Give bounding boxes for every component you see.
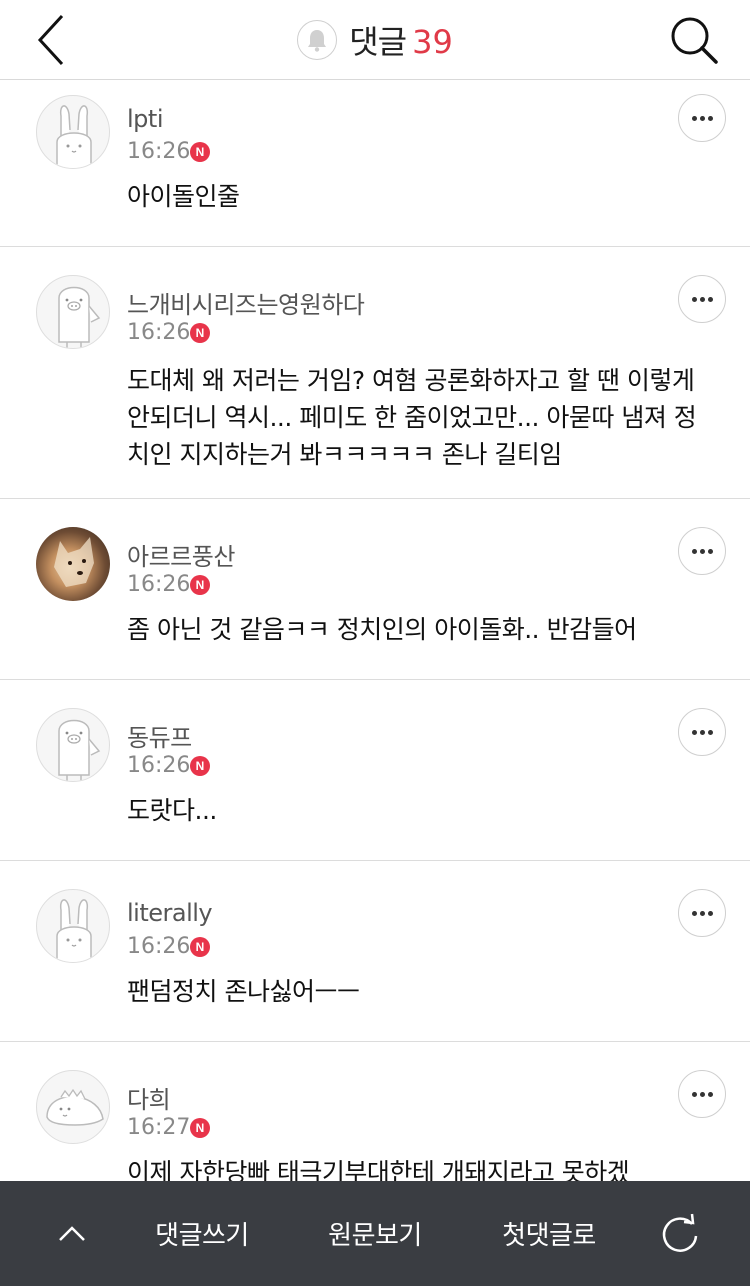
- comment-list[interactable]: lpti 16:26 N 아이돌인줄 느개비시리즈는영원하다 16:26 N 도…: [0, 81, 750, 1181]
- new-badge-icon: N: [190, 142, 210, 162]
- more-dots-icon[interactable]: [678, 1070, 726, 1118]
- comment-time: 16:27: [127, 1115, 191, 1140]
- comment-item: 다희 16:27 N 이제 자한당빠 태극기부대한테 개돼지라고 못하겠: [0, 1042, 750, 1181]
- more-dots-icon[interactable]: [678, 94, 726, 142]
- search-icon[interactable]: [664, 10, 724, 70]
- comment-text: 좀 아닌 것 같음ㅋㅋ 정치인의 아이돌화.. 반감들어: [127, 615, 637, 644]
- comment-item: 느개비시리즈는영원하다 16:26 N 도대체 왜 저러는 거임? 여혐 공론화…: [0, 247, 750, 499]
- header-bar: 댓글 39: [0, 0, 750, 80]
- refresh-icon: [662, 1213, 698, 1252]
- view-original-button[interactable]: 원문보기: [305, 1181, 445, 1286]
- comment-count: 39: [412, 23, 453, 61]
- comment-author[interactable]: 동듀프: [127, 718, 192, 753]
- write-comment-button[interactable]: 댓글쓰기: [132, 1181, 272, 1286]
- new-badge-icon: N: [190, 937, 210, 957]
- scroll-top-button[interactable]: [30, 1181, 114, 1286]
- more-dots-icon[interactable]: [678, 527, 726, 575]
- refresh-button[interactable]: [652, 1181, 708, 1286]
- more-dots-icon[interactable]: [678, 275, 726, 323]
- header-title-group: 댓글 39: [0, 0, 750, 80]
- comment-text: 이제 자한당빠 태극기부대한테 개돼지라고 못하겠: [127, 1158, 630, 1181]
- new-badge-icon: N: [190, 1118, 210, 1138]
- more-dots-icon[interactable]: [678, 708, 726, 756]
- pig-avatar[interactable]: [36, 275, 110, 349]
- comment-item: 동듀프 16:26 N 도랏다...: [0, 680, 750, 861]
- comment-time: 16:26: [127, 139, 191, 164]
- comment-time: 16:26: [127, 934, 191, 959]
- comment-time: 16:26: [127, 572, 191, 597]
- comment-time: 16:26: [127, 320, 191, 345]
- rabbit-avatar[interactable]: [36, 889, 110, 963]
- comment-text: 도랏다...: [127, 796, 217, 825]
- first-comment-button[interactable]: 첫댓글로: [479, 1181, 619, 1286]
- comment-text: 도대체 왜 저러는 거임? 여혐 공론화하자고 할 땐 이렇게 안되더니 역시.…: [127, 366, 697, 469]
- bottom-toolbar: 댓글쓰기 원문보기 첫댓글로: [0, 1181, 750, 1286]
- comment-text: 아이돌인줄: [127, 182, 240, 211]
- comment-author[interactable]: 아르르풍산: [127, 537, 235, 572]
- comment-author[interactable]: 다희: [127, 1080, 171, 1115]
- comment-author[interactable]: literally: [127, 899, 213, 927]
- chevron-up-icon: [59, 1225, 85, 1241]
- bell-icon[interactable]: [297, 20, 338, 60]
- new-badge-icon: N: [190, 323, 210, 343]
- dino-avatar[interactable]: [36, 1070, 110, 1144]
- more-dots-icon[interactable]: [678, 889, 726, 937]
- dog-photo-avatar[interactable]: [36, 527, 110, 601]
- comment-text: 팬덤정치 존나싫어ㅡㅡ: [127, 977, 360, 1006]
- pig-avatar[interactable]: [36, 708, 110, 782]
- page-title: 댓글: [349, 23, 407, 61]
- comment-item: lpti 16:26 N 아이돌인줄: [0, 81, 750, 247]
- comment-time: 16:26: [127, 753, 191, 778]
- comment-author[interactable]: 느개비시리즈는영원하다: [127, 285, 365, 320]
- rabbit-avatar[interactable]: [36, 95, 110, 169]
- comment-item: literally 16:26 N 팬덤정치 존나싫어ㅡㅡ: [0, 861, 750, 1042]
- new-badge-icon: N: [190, 756, 210, 776]
- comment-author[interactable]: lpti: [127, 105, 163, 133]
- new-badge-icon: N: [190, 575, 210, 595]
- comment-item: 아르르풍산 16:26 N 좀 아닌 것 같음ㅋㅋ 정치인의 아이돌화.. 반감…: [0, 499, 750, 680]
